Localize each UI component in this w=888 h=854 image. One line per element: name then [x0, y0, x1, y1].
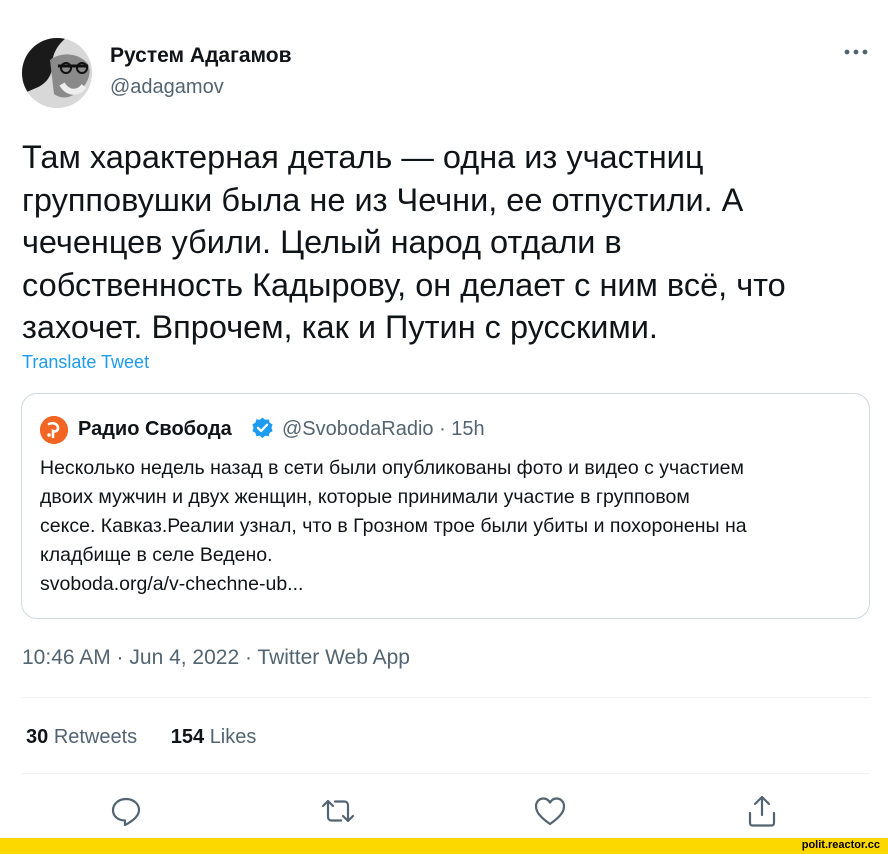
more-icon — [844, 49, 868, 55]
author-handle[interactable]: @adagamov — [110, 76, 224, 99]
reply-button[interactable] — [108, 793, 144, 829]
author-avatar[interactable] — [22, 38, 92, 108]
divider — [22, 697, 870, 698]
retweet-icon — [321, 799, 355, 823]
likes-stat[interactable]: 154 Likes — [171, 726, 257, 748]
retweets-stat[interactable]: 30 Retweets — [26, 726, 137, 748]
watermark: polit.reactor.cc — [801, 839, 880, 851]
share-button[interactable] — [744, 793, 780, 829]
verified-badge-icon — [250, 416, 275, 441]
retweets-label: Retweets — [53, 726, 138, 748]
quoted-handle-time[interactable]: @SvobodaRadio · 15h — [282, 418, 485, 441]
likes-label: Likes — [209, 726, 257, 748]
tweet-card: Рустем Адагамов @adagamov Там характерна… — [0, 0, 888, 838]
like-button[interactable] — [532, 793, 568, 829]
quoted-tweet-text: Несколько недель назад в сети были опубл… — [40, 457, 747, 595]
quoted-tweet[interactable]: Радио Свобода @SvobodaRadio · 15h Нескол… — [21, 393, 870, 619]
author-name[interactable]: Рустем Адагамов — [110, 44, 292, 68]
divider — [22, 773, 870, 774]
more-options-button[interactable] — [838, 42, 874, 72]
quoted-author-name[interactable]: Радио Свобода — [78, 418, 232, 441]
engagement-stats: 30 Retweets 154 Likes — [26, 726, 284, 749]
share-icon — [748, 795, 776, 827]
heart-icon — [534, 797, 566, 826]
watermark-bar — [0, 838, 888, 854]
svoboda-logo-icon — [40, 416, 68, 444]
likes-count: 154 — [170, 726, 205, 748]
retweets-count: 30 — [26, 726, 49, 748]
translate-tweet-link[interactable]: Translate Tweet — [22, 352, 149, 373]
retweet-button[interactable] — [320, 793, 356, 829]
tweet-text: Там характерная деталь — одна из участни… — [22, 139, 786, 345]
reply-icon — [111, 797, 141, 827]
tweet-timestamp[interactable]: 10:46 AM · Jun 4, 2022 · Twitter Web App — [22, 646, 410, 670]
